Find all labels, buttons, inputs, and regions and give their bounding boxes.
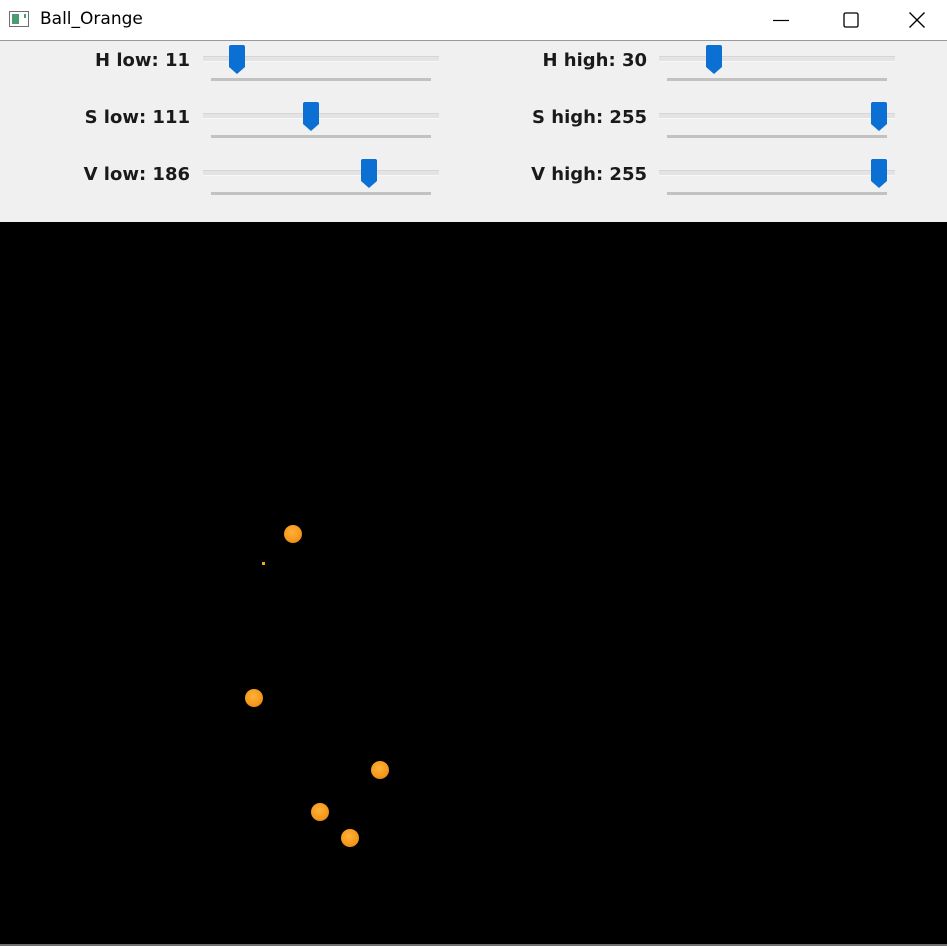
detected-blob [245,689,263,707]
h-low-tick-bar [211,78,431,81]
detected-blob [371,761,389,779]
s-low-thumb[interactable] [303,102,320,131]
v-high-label: V high: 255 [531,164,647,185]
v-high-track[interactable] [659,170,895,176]
h-high-slider[interactable] [659,45,895,89]
v-low-slider[interactable] [203,159,439,203]
s-low-tick-bar [211,135,431,138]
h-low-thumb[interactable] [229,45,246,74]
s-high-slider[interactable] [659,102,895,146]
window-title: Ball_Orange [40,9,143,29]
h-high-tick-bar [667,78,887,81]
h-high-label: H high: 30 [542,50,647,71]
close-button[interactable] [886,0,947,40]
s-low-label: S low: 111 [84,107,190,128]
detected-blob [341,829,359,847]
h-low-label: H low: 11 [94,50,190,71]
v-high-thumb[interactable] [871,159,887,188]
h-low-slider[interactable] [203,45,439,89]
minimize-icon [773,19,789,22]
minimize-button[interactable] [746,0,816,40]
close-icon [908,12,925,28]
h-high-track[interactable] [659,56,895,62]
v-low-tick-bar [211,192,431,195]
detected-blob [311,803,329,821]
app-window: Ball_Orange H low: 11 H high: 30 S low: 11… [0,0,947,946]
mask-image [0,222,947,944]
v-low-track[interactable] [203,170,439,176]
maximize-button[interactable] [816,0,886,40]
detected-blob [284,525,302,543]
v-high-slider[interactable] [659,159,895,203]
maximize-icon [843,12,859,28]
s-high-tick-bar [667,135,887,138]
s-low-slider[interactable] [203,102,439,146]
s-high-label: S high: 255 [532,107,647,128]
s-low-track[interactable] [203,113,439,119]
v-high-tick-bar [667,192,887,195]
v-low-label: V low: 186 [83,164,190,185]
noise-speck [262,562,265,565]
s-high-thumb[interactable] [871,102,887,131]
trackbar-panel: H low: 11 H high: 30 S low: 111 S high: 255… [0,41,947,222]
h-high-thumb[interactable] [706,45,723,74]
app-icon [9,11,29,27]
s-high-track[interactable] [659,113,895,119]
title-bar[interactable]: Ball_Orange [0,0,947,41]
v-low-thumb[interactable] [361,159,378,188]
